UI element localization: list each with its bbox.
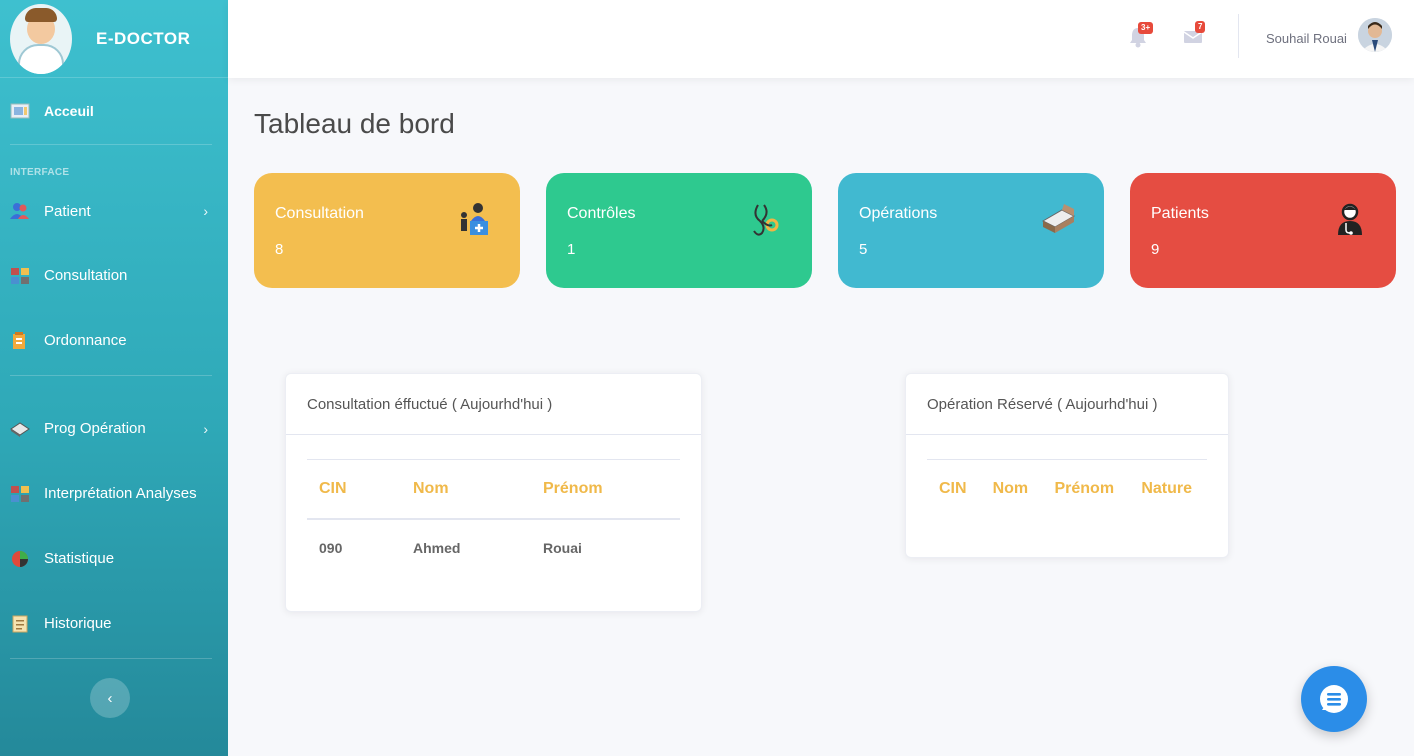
- sidebar: E-DOCTOR Acceuil INTERFACE Patient › Con…: [0, 0, 228, 756]
- sidebar-item-label: Patient: [44, 202, 91, 220]
- divider: [10, 658, 212, 659]
- topbar-divider: [1238, 14, 1239, 58]
- alerts-badge: 3+: [1138, 22, 1154, 34]
- archive-icon: [10, 485, 30, 503]
- sidebar-item-label: Prog Opération: [44, 420, 146, 437]
- sidebar-item-label: Ordonnance: [44, 332, 127, 349]
- stat-card-controles[interactable]: Contrôles 1: [546, 173, 812, 288]
- table-row[interactable]: 090 Ahmed Rouai: [307, 519, 680, 576]
- cell-prenom: Rouai: [543, 540, 582, 556]
- sidebar-item-acceuil[interactable]: Acceuil: [0, 78, 228, 144]
- cell-nom: Ahmed: [413, 540, 461, 556]
- table-header-row: CIN Nom Prénom: [307, 460, 680, 519]
- patient-icon: [1338, 203, 1362, 235]
- avatar[interactable]: [1358, 18, 1392, 52]
- divider: [10, 375, 212, 376]
- doctor-desk-icon: [461, 203, 488, 235]
- chevron-left-icon: ‹: [107, 689, 113, 707]
- page-title: Tableau de bord: [254, 108, 455, 139]
- operations-table-wrap: CIN Nom Prénom Nature: [927, 459, 1207, 518]
- stat-value: 8: [275, 241, 284, 258]
- stethoscope-icon: [753, 204, 779, 236]
- sidebar-item-consultation[interactable]: Consultation: [0, 243, 228, 308]
- column-header: Nom: [992, 480, 1029, 497]
- column-header: Nature: [1141, 480, 1193, 497]
- table-header-row: CIN Nom Prénom Nature: [927, 460, 1207, 518]
- users-icon: [10, 202, 30, 220]
- sidebar-item-statistique[interactable]: Statistique: [0, 526, 228, 591]
- dashboard-icon: [10, 102, 30, 120]
- diamond-icon: [10, 420, 30, 438]
- doctor-logo-icon: [10, 3, 72, 74]
- consultations-today-panel: Consultation éffuctué ( Aujourhd'hui ) C…: [285, 373, 702, 612]
- sidebar-item-ordonnance[interactable]: Ordonnance: [0, 308, 228, 373]
- operations-reserved-panel: Opération Réservé ( Aujourhd'hui ) CIN N…: [905, 373, 1229, 558]
- chart-icon: [10, 550, 30, 568]
- sidebar-item-label: Statistique: [44, 550, 115, 567]
- sidebar-item-label: Interprétation Analyses: [44, 485, 197, 502]
- column-header: CIN: [939, 480, 967, 497]
- cell-cin: 090: [319, 540, 343, 556]
- stat-card-patients[interactable]: Patients 9: [1130, 173, 1396, 288]
- stat-value: 1: [567, 241, 576, 258]
- panel-title: Consultation éffuctué ( Aujourhd'hui ): [286, 374, 701, 435]
- alerts-button[interactable]: 3+: [1128, 22, 1154, 48]
- document-icon: [10, 615, 30, 633]
- column-header: CIN: [319, 480, 347, 497]
- brand-name: E-DOCTOR: [96, 28, 191, 48]
- sidebar-item-historique[interactable]: Historique: [0, 591, 228, 656]
- column-header: Nom: [413, 480, 449, 497]
- messages-badge: 7: [1195, 21, 1206, 33]
- chat-button[interactable]: [1301, 666, 1367, 732]
- sidebar-item-label: Historique: [44, 615, 112, 632]
- stat-value: 9: [1151, 241, 1160, 258]
- chat-bubble-icon: [1320, 685, 1348, 713]
- bed-icon: [1041, 204, 1076, 233]
- consultations-table: CIN Nom Prénom 090 Ahmed Rouai: [307, 460, 680, 576]
- prescription-icon: [10, 331, 30, 350]
- column-header: Prénom: [1054, 480, 1115, 497]
- sidebar-item-interpretation-analyses[interactable]: Interprétation Analyses: [0, 461, 228, 526]
- user-name[interactable]: Souhail Rouai: [1266, 31, 1347, 46]
- brand[interactable]: E-DOCTOR: [0, 0, 228, 78]
- column-header: Prénom: [543, 480, 603, 497]
- messages-button[interactable]: 7: [1183, 21, 1206, 46]
- stat-card-consultation[interactable]: Consultation 8: [254, 173, 520, 288]
- consultations-table-wrap: CIN Nom Prénom 090 Ahmed Rouai: [307, 459, 680, 576]
- topbar: 3+ 7 Souhail Rouai: [228, 0, 1414, 78]
- section-label: INTERFACE: [10, 167, 70, 178]
- panel-title: Opération Réservé ( Aujourhd'hui ): [906, 374, 1228, 435]
- sidebar-item-prog-operation[interactable]: Prog Opération ›: [0, 396, 228, 461]
- stat-card-operations[interactable]: Opérations 5: [838, 173, 1104, 288]
- sidebar-item-patient[interactable]: Patient ›: [0, 179, 228, 243]
- stat-value: 5: [859, 241, 868, 258]
- sidebar-item-label: Acceuil: [44, 103, 94, 119]
- archive-icon: [10, 267, 30, 285]
- sidebar-item-label: Consultation: [44, 267, 128, 284]
- chevron-right-icon: ›: [203, 420, 208, 437]
- sidebar-toggle-button[interactable]: ‹: [90, 678, 130, 718]
- operations-table: CIN Nom Prénom Nature: [927, 460, 1207, 518]
- chevron-right-icon: ›: [203, 203, 208, 219]
